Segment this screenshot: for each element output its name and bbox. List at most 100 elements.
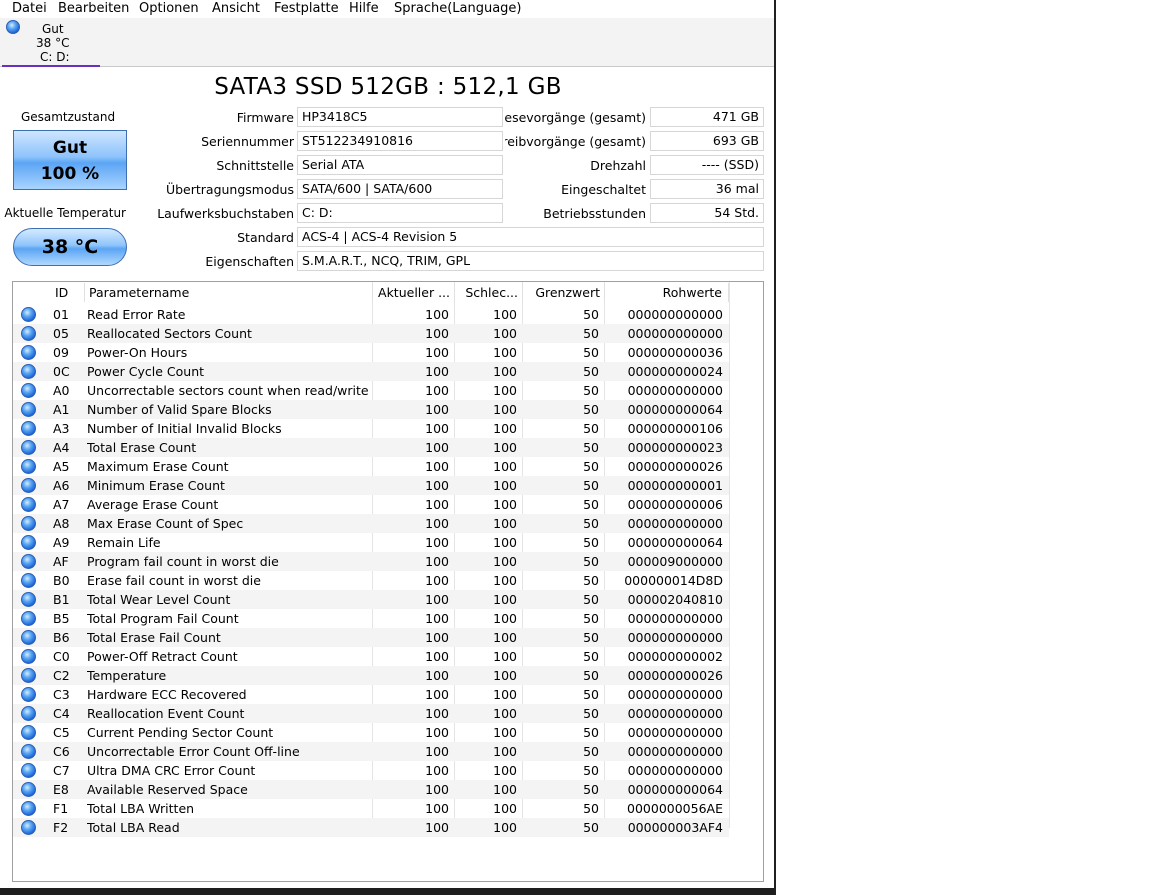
header-raw[interactable]: Rohwerte bbox=[605, 283, 729, 302]
attribute-threshold: 50 bbox=[583, 364, 599, 379]
attribute-raw: 000000000000 bbox=[627, 744, 723, 759]
attribute-name: Reallocation Event Count bbox=[87, 706, 245, 721]
health-status-button[interactable]: Gut 100 % bbox=[13, 130, 127, 190]
disk-tab-bar: Gut 38 °C C: D: bbox=[0, 18, 774, 67]
rotation-label: Drehzahl bbox=[590, 158, 646, 173]
table-row[interactable]: A8 Max Erase Count of Spec 100 100 50 0000000… bbox=[13, 514, 729, 533]
attribute-worst: 100 bbox=[493, 364, 517, 379]
table-row[interactable]: E8 Available Reserved Space 100 100 50 000000… bbox=[13, 780, 729, 799]
table-header: ID Parametername Aktueller ... Schlec...… bbox=[13, 283, 729, 302]
attribute-threshold: 50 bbox=[583, 801, 599, 816]
disk-tab-c[interactable]: Gut 38 °C C: D: bbox=[2, 18, 100, 67]
table-row[interactable]: A3 Number of Initial Invalid Blocks 100 100… bbox=[13, 419, 729, 438]
table-row[interactable]: A1 Number of Valid Spare Blocks 100 100 50 00… bbox=[13, 400, 729, 419]
attribute-current: 100 bbox=[425, 421, 449, 436]
smart-attributes-table[interactable]: ID Parametername Aktueller ... Schlec...… bbox=[12, 281, 764, 882]
attribute-worst: 100 bbox=[493, 421, 517, 436]
attribute-threshold: 50 bbox=[583, 535, 599, 550]
attribute-current: 100 bbox=[425, 516, 449, 531]
table-row[interactable]: C3 Hardware ECC Recovered 100 100 50 00000000… bbox=[13, 685, 729, 704]
menu-festplatte[interactable]: Festplatte bbox=[274, 1, 339, 16]
table-row[interactable]: A5 Maximum Erase Count 100 100 50 00000000002… bbox=[13, 457, 729, 476]
attribute-name: Reallocated Sectors Count bbox=[87, 326, 252, 341]
table-row[interactable]: A7 Average Erase Count 100 100 50 00000000000… bbox=[13, 495, 729, 514]
attribute-raw: 000000000064 bbox=[627, 402, 723, 417]
table-row[interactable]: C4 Reallocation Event Count 100 100 50 000000… bbox=[13, 704, 729, 723]
table-row[interactable]: 09 Power-On Hours 100 100 50 000000000036 bbox=[13, 343, 729, 362]
host-reads-value: 471 GB bbox=[650, 107, 764, 127]
attribute-threshold: 50 bbox=[583, 668, 599, 683]
attribute-worst: 100 bbox=[493, 535, 517, 550]
attribute-id: F2 bbox=[53, 820, 69, 835]
table-row[interactable]: B0 Erase fail count in worst die 100 100 50 0… bbox=[13, 571, 729, 590]
table-row[interactable]: A4 Total Erase Count 100 100 50 000000000023 bbox=[13, 438, 729, 457]
disk-tab-drives: C: D: bbox=[40, 50, 70, 64]
attribute-name: Power-On Hours bbox=[87, 345, 188, 360]
table-row[interactable]: A9 Remain Life 100 100 50 000000000064 bbox=[13, 533, 729, 552]
attribute-current: 100 bbox=[425, 592, 449, 607]
window-bottom-edge bbox=[0, 888, 774, 895]
attribute-name: Average Erase Count bbox=[87, 497, 219, 512]
attribute-worst: 100 bbox=[493, 649, 517, 664]
attribute-raw: 000000000002 bbox=[627, 649, 723, 664]
menu-datei[interactable]: Datei bbox=[12, 1, 47, 16]
table-row[interactable]: B5 Total Program Fail Count 100 100 50 000000… bbox=[13, 609, 729, 628]
attribute-threshold: 50 bbox=[583, 744, 599, 759]
table-row[interactable]: F2 Total LBA Read 100 100 50 000000003AF4 bbox=[13, 818, 729, 837]
table-row[interactable]: B6 Total Erase Fail Count 100 100 50 00000000… bbox=[13, 628, 729, 647]
attribute-worst: 100 bbox=[493, 630, 517, 645]
header-current[interactable]: Aktueller ... bbox=[373, 283, 455, 302]
power-hours-label: Betriebsstunden bbox=[543, 206, 646, 221]
table-row[interactable]: C0 Power-Off Retract Count 100 100 50 0000000… bbox=[13, 647, 729, 666]
menu-optionen[interactable]: Optionen bbox=[139, 1, 199, 16]
attribute-current: 100 bbox=[425, 402, 449, 417]
attribute-raw: 000000000000 bbox=[627, 725, 723, 740]
table-row[interactable]: 05 Reallocated Sectors Count 100 100 50 00000… bbox=[13, 324, 729, 343]
table-row[interactable]: F1 Total LBA Written 100 100 50 0000000056AE bbox=[13, 799, 729, 818]
attribute-threshold: 50 bbox=[583, 782, 599, 797]
attribute-id: A1 bbox=[53, 402, 70, 417]
status-good-icon bbox=[21, 592, 37, 608]
attribute-current: 100 bbox=[425, 782, 449, 797]
menu-sprache[interactable]: Sprache(Language) bbox=[394, 1, 522, 16]
attribute-threshold: 50 bbox=[583, 307, 599, 322]
attribute-current: 100 bbox=[425, 497, 449, 512]
header-threshold[interactable]: Grenzwert bbox=[523, 283, 605, 302]
table-row[interactable]: AF Program fail count in worst die 100 100 5… bbox=[13, 552, 729, 571]
table-row[interactable]: A0 Uncorrectable sectors count when read/… bbox=[13, 381, 729, 400]
attribute-worst: 100 bbox=[493, 687, 517, 702]
table-row[interactable]: C5 Current Pending Sector Count 100 100 50 00… bbox=[13, 723, 729, 742]
menu-bearbeiten[interactable]: Bearbeiten bbox=[58, 1, 129, 16]
temperature-display[interactable]: 38 °C bbox=[13, 228, 127, 266]
table-row[interactable]: B1 Total Wear Level Count 100 100 50 00000204… bbox=[13, 590, 729, 609]
disk-tab-status: Gut bbox=[42, 22, 64, 36]
status-good-icon bbox=[21, 421, 37, 437]
header-id[interactable]: ID bbox=[45, 283, 85, 302]
status-good-icon bbox=[21, 554, 37, 570]
table-row[interactable]: C2 Temperature 100 100 50 000000000026 bbox=[13, 666, 729, 685]
attribute-worst: 100 bbox=[493, 497, 517, 512]
table-row[interactable]: C7 Ultra DMA CRC Error Count 100 100 50 00000… bbox=[13, 761, 729, 780]
header-worst[interactable]: Schlec... bbox=[455, 283, 523, 302]
status-good-icon bbox=[21, 364, 37, 380]
attribute-raw: 000000000000 bbox=[627, 516, 723, 531]
table-row[interactable]: A6 Minimum Erase Count 100 100 50 00000000000… bbox=[13, 476, 729, 495]
attribute-raw: 000009000000 bbox=[627, 554, 723, 569]
header-name[interactable]: Parametername bbox=[85, 283, 373, 302]
attribute-name: Number of Valid Spare Blocks bbox=[87, 402, 272, 417]
attribute-id: AF bbox=[53, 554, 69, 569]
attribute-threshold: 50 bbox=[583, 459, 599, 474]
menu-ansicht[interactable]: Ansicht bbox=[212, 1, 260, 16]
attribute-id: B5 bbox=[53, 611, 70, 626]
table-row[interactable]: C6 Uncorrectable Error Count Off-line 100 1… bbox=[13, 742, 729, 761]
table-row[interactable]: 0C Power Cycle Count 100 100 50 000000000024 bbox=[13, 362, 729, 381]
attribute-current: 100 bbox=[425, 307, 449, 322]
attribute-name: Maximum Erase Count bbox=[87, 459, 229, 474]
menu-hilfe[interactable]: Hilfe bbox=[349, 1, 379, 16]
attribute-raw: 0000000056AE bbox=[627, 801, 723, 816]
attribute-id: A9 bbox=[53, 535, 70, 550]
attribute-raw: 000000000024 bbox=[627, 364, 723, 379]
power-count-value: 36 mal bbox=[650, 179, 764, 199]
table-row[interactable]: 01 Read Error Rate 100 100 50 000000000000 bbox=[13, 305, 729, 324]
attribute-threshold: 50 bbox=[583, 820, 599, 835]
